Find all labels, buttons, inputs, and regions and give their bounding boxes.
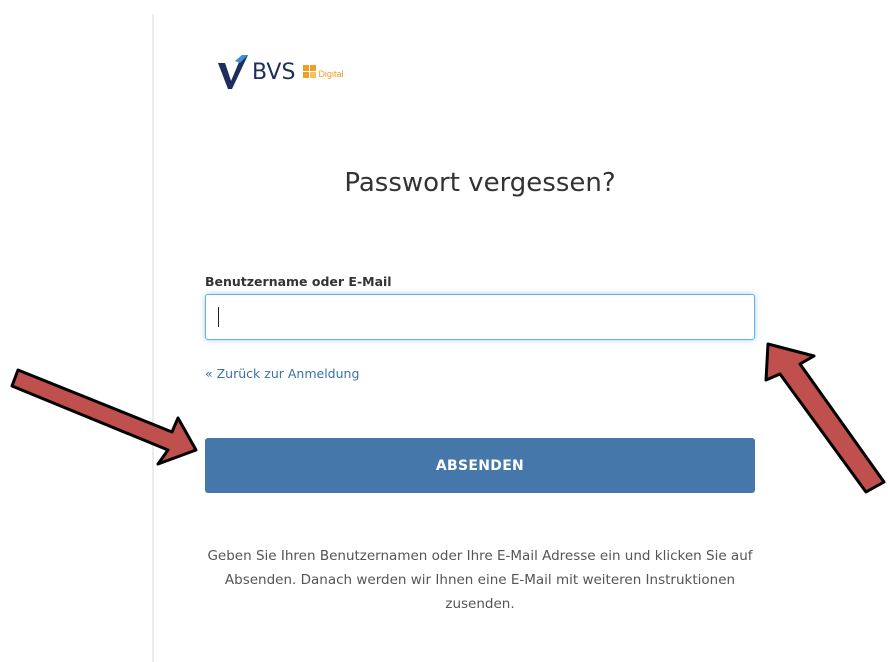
logo: BVS Digital [218,52,343,92]
page-title: Passwort vergessen? [344,168,616,198]
right-arrow-icon [764,342,886,494]
submit-button[interactable]: ABSENDEN [205,438,755,493]
logo-brand-text: BVS [252,59,296,85]
username-email-label: Benutzername oder E-Mail [205,274,392,289]
logo-digital: Digital [303,65,343,79]
left-arrow-icon [10,368,198,466]
text-cursor [218,307,219,327]
username-email-input[interactable] [206,295,754,339]
card-border [152,14,154,662]
bvs-checkmark-icon [218,55,248,89]
username-email-field-wrapper [205,294,755,340]
page: BVS Digital Passwort vergessen? Benutzer… [0,0,888,662]
logo-sub-text: Digital [318,69,344,79]
digital-squares-icon [303,65,317,78]
back-to-login-link[interactable]: « Zurück zur Anmeldung [205,366,359,381]
instructions-text: Geben Sie Ihren Benutzernamen oder Ihre … [207,548,753,612]
